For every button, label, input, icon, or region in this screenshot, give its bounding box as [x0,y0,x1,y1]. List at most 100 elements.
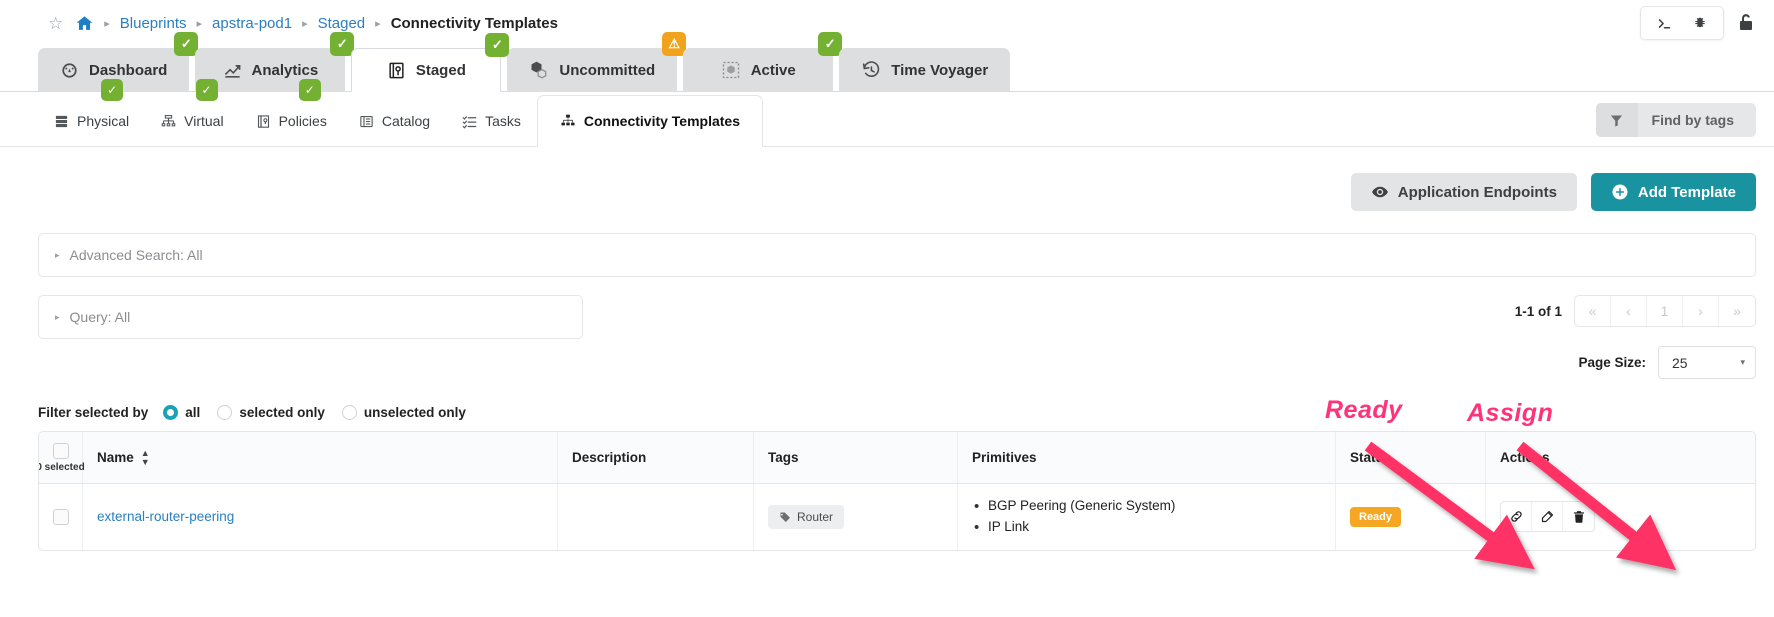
advanced-search-panel[interactable]: ▸ Advanced Search: All [38,233,1756,277]
find-by-tags-label: Find by tags [1638,103,1756,137]
status-badge-ok: ✓ [485,33,509,57]
page-size-select[interactable]: 25 ▾ [1658,346,1756,379]
sidebar-item-tasks[interactable]: Tasks [446,95,537,147]
table-row: external-router-peering Router BGP Pe [39,484,1755,550]
sub-tab-label: Catalog [382,113,430,129]
breadcrumb-item-connectivity-templates: Connectivity Templates [391,15,558,32]
selected-count-label: 0 selected [38,462,85,473]
tab-staged[interactable]: Staged ✓ [351,48,501,92]
template-name-link[interactable]: external-router-peering [97,509,234,524]
breadcrumb-separator: ▸ [102,17,112,30]
add-template-button[interactable]: Add Template [1591,173,1756,211]
home-icon[interactable] [75,14,94,33]
tab-uncommitted[interactable]: Uncommitted ⚠ [507,48,677,92]
tab-analytics[interactable]: Analytics ✓ [195,48,345,92]
breadcrumb-item-blueprints[interactable]: Blueprints [120,15,187,32]
page-size-value: 25 [1672,355,1688,371]
filter-selected-by-label: Filter selected by [38,405,148,420]
sidebar-item-virtual[interactable]: Virtual ✓ [145,95,239,147]
history-clock-icon [861,60,881,80]
radio-indicator [163,405,178,420]
find-by-tags-button[interactable]: Find by tags [1596,103,1756,137]
sidebar-item-physical[interactable]: Physical ✓ [38,95,145,147]
connectivity-templates-table: 0 selected Name ▲▼ Description Tags Prim… [38,431,1756,551]
list-item: IP Link [972,517,1175,538]
sidebar-item-catalog[interactable]: Catalog [343,95,446,147]
plus-circle-icon [1611,183,1629,201]
dashboard-gauge-icon [60,61,79,80]
query-label: Query: All [70,309,131,325]
breadcrumb-item-staged[interactable]: Staged [318,15,366,32]
page-size-label: Page Size: [1578,355,1646,370]
radio-indicator [342,405,357,420]
application-endpoints-button[interactable]: Application Endpoints [1351,173,1577,211]
pagination-prev-button[interactable]: ‹ [1611,296,1647,326]
select-all-checkbox[interactable] [53,443,69,459]
filter-funnel-icon [1596,103,1638,137]
application-endpoints-label: Application Endpoints [1398,184,1557,201]
tab-label: Uncommitted [559,62,655,79]
pagination: 1-1 of 1 « ‹ 1 › » [1515,295,1756,327]
column-label: Description [572,450,646,465]
apstra-connectivity-templates-page: ☆ ▸ Blueprints ▸ apstra-pod1 ▸ Staged ▸ … [0,0,1774,617]
policy-shield-icon [256,114,271,129]
status-badge-ok: ✓ [196,79,218,101]
table-header-status: Status [1336,432,1486,483]
tab-time-voyager[interactable]: Time Voyager [839,48,1010,92]
main-content: Application Endpoints Add Template ▸ Adv… [0,147,1774,551]
main-tab-bar: Dashboard ✓ Analytics ✓ Staged ✓ Uncommi… [0,47,1774,92]
table-header-name[interactable]: Name ▲▼ [83,432,558,483]
query-panel[interactable]: ▸ Query: All [38,295,583,339]
column-label: Primitives [972,450,1037,465]
tab-active[interactable]: Active ✓ [683,48,833,92]
table-header-row: 0 selected Name ▲▼ Description Tags Prim… [39,432,1755,484]
row-description-cell [558,484,754,550]
assign-link-icon[interactable] [1501,502,1532,531]
tag-pill[interactable]: Router [768,505,844,529]
breadcrumb-bar: ☆ ▸ Blueprints ▸ apstra-pod1 ▸ Staged ▸ … [0,0,1774,47]
sort-toggle-icon[interactable]: ▲▼ [141,449,150,465]
top-right-toolbar [1640,6,1758,40]
active-cube-icon [721,60,741,80]
page-size-control: Page Size: 25 ▾ [1578,346,1756,379]
breadcrumb-separator: ▸ [373,17,383,30]
row-name-cell: external-router-peering [83,484,558,550]
unlocked-padlock-icon[interactable] [1734,11,1758,35]
radio-indicator [217,405,232,420]
favorite-star-icon[interactable]: ☆ [48,15,63,32]
chevron-down-icon: ▾ [1740,357,1745,368]
virtual-net-icon [161,114,176,129]
column-label: Name [97,450,134,465]
pagination-next-button[interactable]: › [1683,296,1719,326]
row-checkbox[interactable] [53,509,69,525]
staged-tree-icon [387,61,406,80]
bug-icon[interactable] [1683,8,1717,38]
sub-tab-label: Virtual [184,113,223,129]
sidebar-item-connectivity-templates[interactable]: Connectivity Templates [537,95,763,147]
primitives-list: BGP Peering (Generic System) IP Link [972,496,1175,538]
status-badge-ok: ✓ [299,79,321,101]
console-icon[interactable] [1647,8,1681,38]
pagination-buttons: « ‹ 1 › » [1574,295,1756,327]
breadcrumb-item-apstra-pod1[interactable]: apstra-pod1 [212,15,292,32]
add-template-label: Add Template [1638,184,1736,201]
edit-icon[interactable] [1532,502,1563,531]
row-primitives-cell: BGP Peering (Generic System) IP Link [958,484,1336,550]
delete-icon[interactable] [1563,502,1594,531]
server-rack-icon [54,114,69,129]
column-label: Status [1350,450,1391,465]
sidebar-item-policies[interactable]: Policies ✓ [240,95,343,147]
pagination-first-button[interactable]: « [1575,296,1611,326]
filter-radio-all[interactable]: all [163,405,200,420]
advanced-search-label: Advanced Search: All [70,247,203,263]
tab-label: Analytics [252,62,319,79]
row-select-cell [39,484,83,550]
pagination-last-button[interactable]: » [1719,296,1755,326]
list-item: BGP Peering (Generic System) [972,496,1175,517]
filter-radio-unselected-only[interactable]: unselected only [342,405,466,420]
filter-radio-selected-only[interactable]: selected only [217,405,325,420]
tab-label: Staged [416,62,466,79]
pagination-page-button[interactable]: 1 [1647,296,1683,326]
tag-label: Router [797,510,833,524]
pagination-area: 1-1 of 1 « ‹ 1 › » Page Size: 25 ▾ [1515,295,1756,379]
